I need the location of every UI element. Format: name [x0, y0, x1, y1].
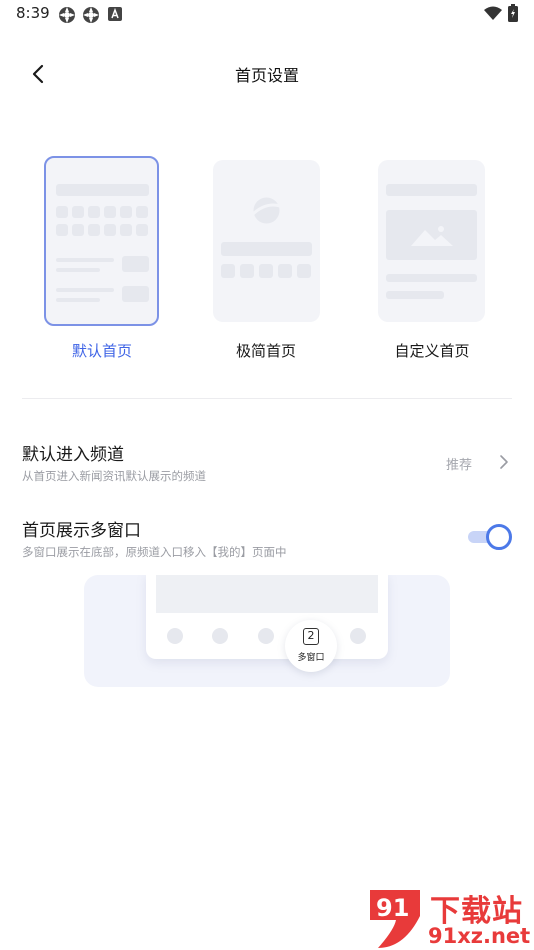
nav-bar: 首页设置 — [0, 50, 534, 96]
toggle-knob — [486, 524, 512, 550]
multi-window-toggle[interactable] — [466, 524, 512, 550]
divider — [22, 398, 512, 399]
preview-screen — [156, 575, 378, 613]
home-option-label: 自定义首页 — [394, 342, 470, 360]
app-notification-icon — [59, 7, 75, 23]
watermark-site: 91xz.net — [428, 924, 531, 948]
setting-title: 首页展示多窗口 — [22, 521, 141, 541]
multi-window-setting: 首页展示多窗口 多窗口展示在底部，原频道入口移入【我的】页面中 — [0, 512, 534, 564]
multi-window-preview: 2 多窗口 — [84, 575, 450, 687]
default-channel-setting[interactable]: 默认进入频道 从首页进入新闻资讯默认展示的频道 推荐 — [0, 436, 534, 492]
setting-value: 推荐 — [445, 458, 472, 473]
status-bar: 8:39 — [0, 0, 534, 28]
window-count-badge: 2 — [303, 628, 319, 645]
chevron-right-icon — [500, 455, 508, 469]
home-option-label: 极简首页 — [235, 342, 296, 360]
setting-description: 多窗口展示在底部，原频道入口移入【我的】页面中 — [22, 545, 287, 559]
home-option-label: 默认首页 — [71, 342, 132, 360]
status-time: 8:39 — [16, 4, 50, 22]
planet-logo-icon — [251, 197, 281, 224]
multi-window-label: 多窗口 — [297, 653, 325, 663]
battery-icon — [508, 4, 518, 22]
custom-home-preview-card — [378, 160, 485, 322]
setting-title: 默认进入频道 — [22, 445, 124, 465]
multi-window-button-preview: 2 多窗口 — [285, 620, 337, 672]
setting-description: 从首页进入新闻资讯默认展示的频道 — [22, 469, 206, 483]
preview-tab-dot — [350, 628, 366, 644]
app-notification-icon — [83, 7, 99, 23]
default-home-preview-card — [44, 156, 159, 326]
image-placeholder — [386, 210, 477, 260]
preview-tab-dot — [167, 628, 183, 644]
watermark-logo-text: 91 — [376, 894, 409, 922]
wifi-icon — [484, 6, 502, 20]
watermark-logo: 91 下载站 91xz.net — [364, 886, 534, 950]
font-notification-icon — [108, 7, 122, 21]
minimal-home-preview-card — [213, 160, 320, 322]
preview-tab-dot — [212, 628, 228, 644]
preview-tab-dot — [258, 628, 274, 644]
landscape-image-icon — [411, 226, 453, 246]
preview-phone — [146, 575, 388, 659]
page-title: 首页设置 — [234, 66, 299, 85]
watermark-logo-icon: 91 — [370, 890, 420, 948]
